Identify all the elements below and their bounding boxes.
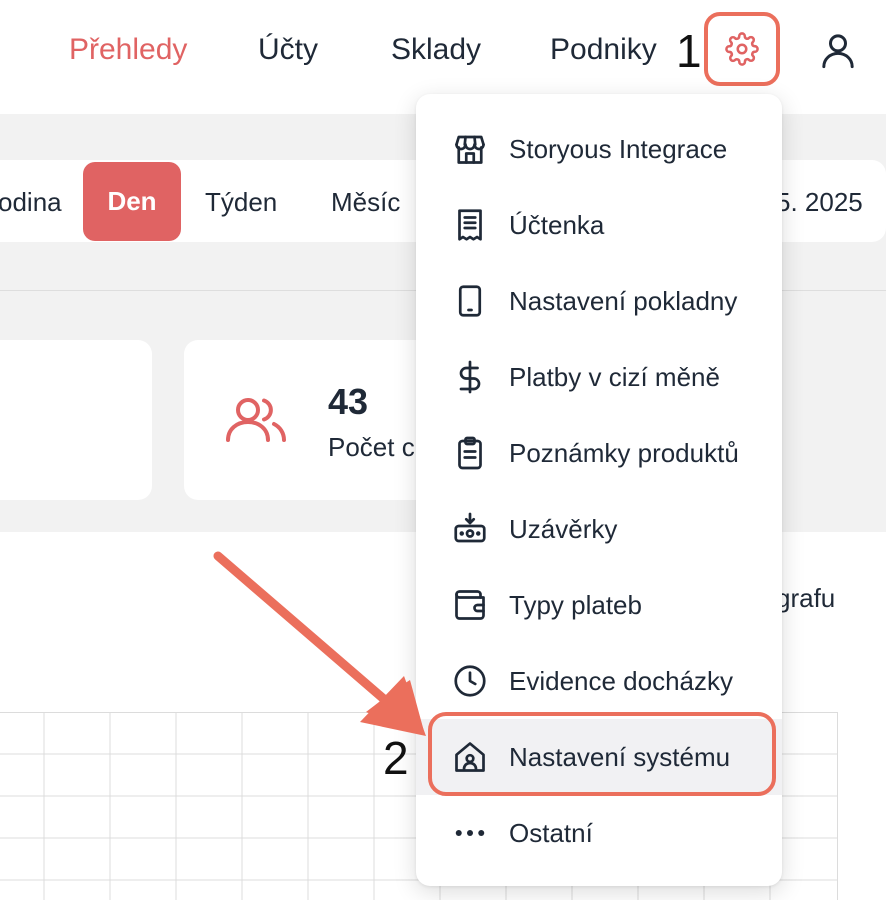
- cash-register-icon: [454, 512, 486, 543]
- menu-item-storyous-integrace[interactable]: Storyous Integrace: [416, 111, 782, 187]
- users-icon: [226, 398, 286, 442]
- home-settings-icon: [455, 742, 485, 772]
- menu-item-uctenka[interactable]: Účtenka: [416, 187, 782, 263]
- stat-card: [0, 340, 152, 500]
- menu-item-nastaveni-systemu[interactable]: Nastavení systému: [416, 719, 782, 795]
- nav-prehledy[interactable]: Přehledy: [69, 30, 187, 70]
- menu-item-label: Uzávěrky: [509, 514, 618, 544]
- user-icon: [822, 34, 854, 69]
- nav-ucty[interactable]: Účty: [258, 30, 318, 70]
- chart-type-label[interactable]: grafu: [776, 582, 835, 614]
- store-icon: [455, 135, 485, 164]
- menu-item-label: Storyous Integrace: [509, 134, 728, 164]
- menu-item-label: Evidence docházky: [509, 666, 734, 696]
- menu-item-uzaverky[interactable]: Uzávěrky: [416, 491, 782, 567]
- menu-item-label: Účtenka: [509, 210, 605, 240]
- tablet-icon: [458, 285, 482, 317]
- menu-item-label: Nastavení systému: [509, 742, 731, 772]
- period-hodina[interactable]: odina: [0, 184, 62, 220]
- more-icon: [455, 830, 485, 836]
- menu-item-ostatni[interactable]: Ostatní: [416, 795, 782, 871]
- settings-button[interactable]: [704, 12, 780, 86]
- clipboard-icon: [458, 436, 482, 470]
- period-mesic[interactable]: Měsíc: [331, 184, 400, 220]
- dollar-icon: [459, 360, 481, 394]
- nav-sklady[interactable]: Sklady: [391, 30, 481, 70]
- stat-value: 43: [328, 381, 369, 422]
- receipt-icon: [458, 209, 482, 241]
- period-tyden[interactable]: Týden: [205, 184, 277, 220]
- menu-item-label: Platby v cizí měně: [509, 362, 720, 392]
- menu-item-poznamky-produktu[interactable]: Poznámky produktů: [416, 415, 782, 491]
- clock-icon: [454, 665, 486, 697]
- stat-label: Počet c: [328, 432, 415, 462]
- step-1-label: 1: [676, 25, 702, 77]
- menu-item-label: Typy plateb: [509, 590, 642, 620]
- menu-item-label: Poznámky produktů: [509, 438, 739, 468]
- menu-item-nastaveni-pokladny[interactable]: Nastavení pokladny: [416, 263, 782, 339]
- nav-podniky[interactable]: Podniky: [550, 30, 657, 70]
- user-button[interactable]: [816, 28, 860, 72]
- wallet-icon: [455, 590, 485, 620]
- date-range-text[interactable]: 5. 2025: [776, 184, 863, 220]
- step-2-label: 2: [383, 732, 409, 784]
- menu-item-label: Nastavení pokladny: [509, 286, 738, 316]
- settings-dropdown-menu: Storyous Integrace Účtenka Nastavení pok…: [416, 94, 782, 886]
- gear-icon: [725, 32, 759, 66]
- menu-item-typy-plateb[interactable]: Typy plateb: [416, 567, 782, 643]
- menu-item-label: Ostatní: [509, 818, 593, 848]
- menu-item-evidence-dochazky[interactable]: Evidence docházky: [416, 643, 782, 719]
- period-den[interactable]: Den: [83, 162, 181, 241]
- menu-item-platby-v-cizi-mene[interactable]: Platby v cizí měně: [416, 339, 782, 415]
